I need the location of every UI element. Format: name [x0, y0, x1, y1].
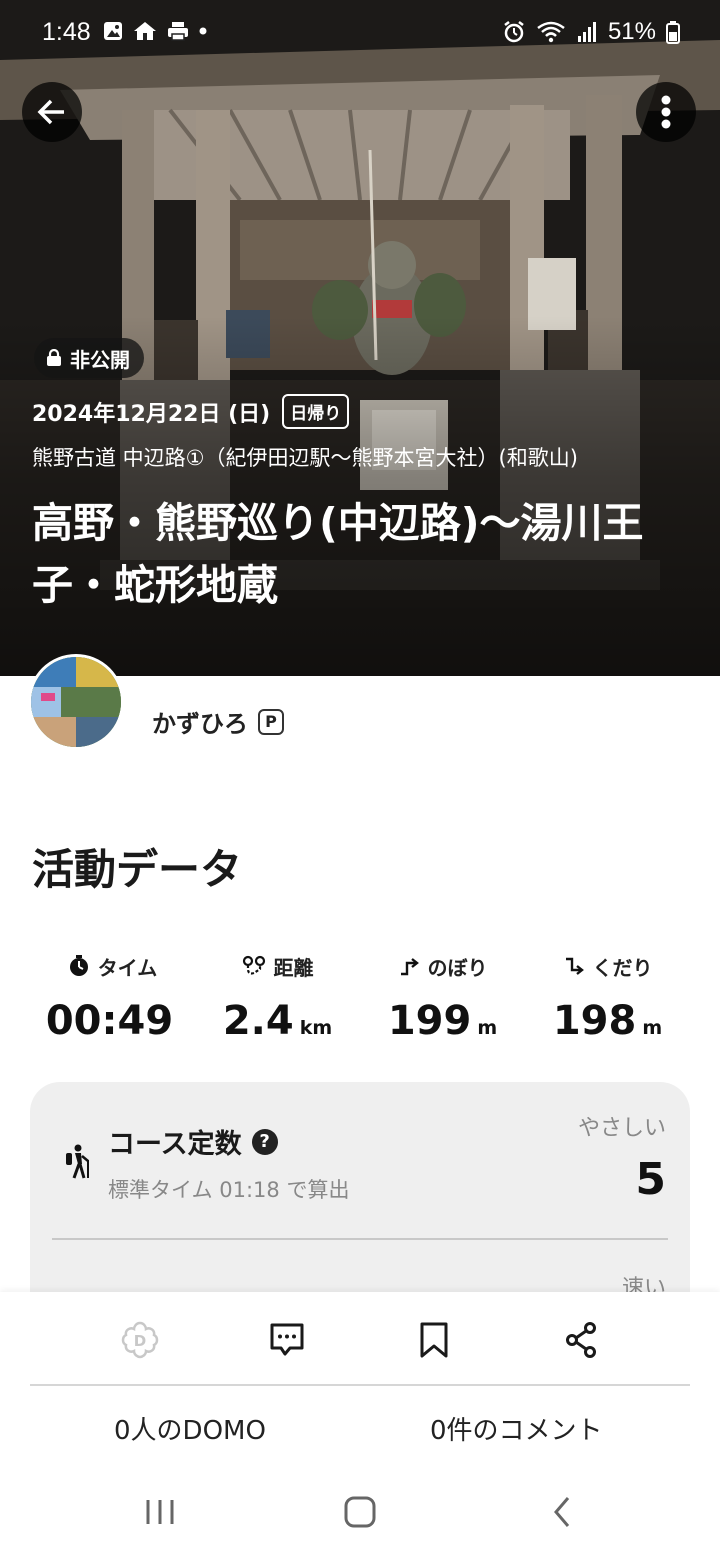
battery-icon: [666, 21, 680, 44]
system-nav-bar: [0, 1468, 720, 1560]
avatar[interactable]: [28, 654, 124, 750]
stats-row: タイム 00:49 距離 2.4 km のぼり 199 m くだり 198 m: [30, 950, 690, 1060]
stat-time: タイム 00:49: [30, 950, 195, 1044]
hiker-icon: [66, 1144, 89, 1179]
stat-ascent: のぼり 199 m: [360, 950, 525, 1045]
ascent-icon: [400, 958, 419, 976]
help-icon[interactable]: ?: [251, 1128, 278, 1155]
status-time: 1:48: [42, 18, 91, 46]
arrow-left-icon: [37, 99, 64, 125]
more-vertical-icon: [661, 95, 671, 129]
recent-apps-icon[interactable]: [144, 1494, 176, 1530]
signal-icon: [577, 22, 596, 42]
printer-icon: [168, 22, 188, 41]
stat-value: 2.4: [222, 998, 294, 1044]
domo-count[interactable]: 0人のDOMO: [114, 1410, 266, 1447]
stat-label: のぼり: [427, 955, 488, 980]
course-title: コース定数: [108, 1129, 242, 1160]
home-icon: [134, 22, 156, 40]
domo-icon: D: [121, 1321, 159, 1359]
dot-icon: [199, 27, 207, 35]
author-name-row[interactable]: かずひろ P: [152, 704, 284, 739]
domo-button[interactable]: D: [110, 1310, 170, 1370]
stat-label: くだり: [592, 955, 653, 980]
svg-text:D: D: [134, 1332, 146, 1350]
course-subtitle: 標準タイム 01:18 で算出: [108, 1178, 350, 1202]
bookmark-button[interactable]: [404, 1310, 464, 1370]
action-divider: [30, 1384, 690, 1386]
course-title-row: コース定数 ?: [108, 1122, 278, 1161]
stat-unit: km: [299, 1017, 333, 1039]
stat-distance: 距離 2.4 km: [195, 950, 360, 1045]
route-name[interactable]: 熊野古道 中辺路①（紀伊田辺駅〜熊野本宮大社）(和歌山): [32, 442, 578, 472]
descent-icon: [565, 957, 584, 975]
system-icons: 51%: [502, 18, 680, 46]
action-bar: D 0人のDOMO 0件のコメント: [0, 1292, 720, 1468]
hero-photo: 1:48 51% 非公開 2024年12月22日 (日) 日帰り 熊野古道 中辺…: [0, 0, 720, 676]
card-divider: [52, 1238, 668, 1240]
activity-date-row: 2024年12月22日 (日) 日帰り: [32, 394, 350, 429]
gallery-icon: [104, 22, 122, 40]
back-button[interactable]: [22, 82, 82, 142]
stat-label: 距離: [273, 955, 314, 980]
comment-count[interactable]: 0件のコメント: [430, 1410, 603, 1447]
privacy-label: 非公開: [70, 347, 130, 372]
section-title: 活動データ: [32, 845, 243, 894]
stat-label: タイム: [97, 955, 158, 980]
stat-descent: くだり 198 m: [525, 950, 690, 1045]
stat-value: 199: [387, 998, 472, 1044]
notification-icons: [102, 20, 208, 42]
stat-unit: m: [642, 1017, 663, 1039]
course-level: やさしい: [577, 1116, 666, 1141]
distance-icon: [242, 955, 265, 975]
premium-badge: P: [258, 708, 284, 735]
course-score: 5: [635, 1154, 666, 1205]
avatar-image: [31, 657, 121, 747]
stat-value: 00:49: [45, 998, 174, 1044]
stat-value: 198: [552, 998, 637, 1044]
share-icon: [566, 1322, 596, 1358]
home-button-icon[interactable]: [342, 1494, 378, 1530]
status-bar: 1:48 51%: [0, 0, 720, 68]
battery-text: 51%: [607, 18, 656, 45]
back-nav-icon[interactable]: [550, 1494, 574, 1530]
alarm-icon: [504, 21, 524, 43]
privacy-badge: 非公開: [34, 338, 144, 378]
wifi-icon: [537, 21, 565, 43]
activity-title: 高野・熊野巡り(中辺路)〜湯川王子・蛇形地蔵: [32, 499, 644, 609]
stat-unit: m: [477, 1017, 498, 1039]
comment-icon: [270, 1323, 304, 1356]
author-name: かずひろ: [152, 710, 248, 738]
share-button[interactable]: [551, 1310, 611, 1370]
lock-icon: [47, 349, 61, 366]
comment-button[interactable]: [257, 1310, 317, 1370]
more-options-button[interactable]: [636, 82, 696, 142]
bookmark-icon: [420, 1322, 448, 1358]
trip-type-tag: 日帰り: [282, 394, 350, 429]
stopwatch-icon: [69, 955, 88, 976]
activity-date: 2024年12月22日 (日): [32, 401, 271, 427]
